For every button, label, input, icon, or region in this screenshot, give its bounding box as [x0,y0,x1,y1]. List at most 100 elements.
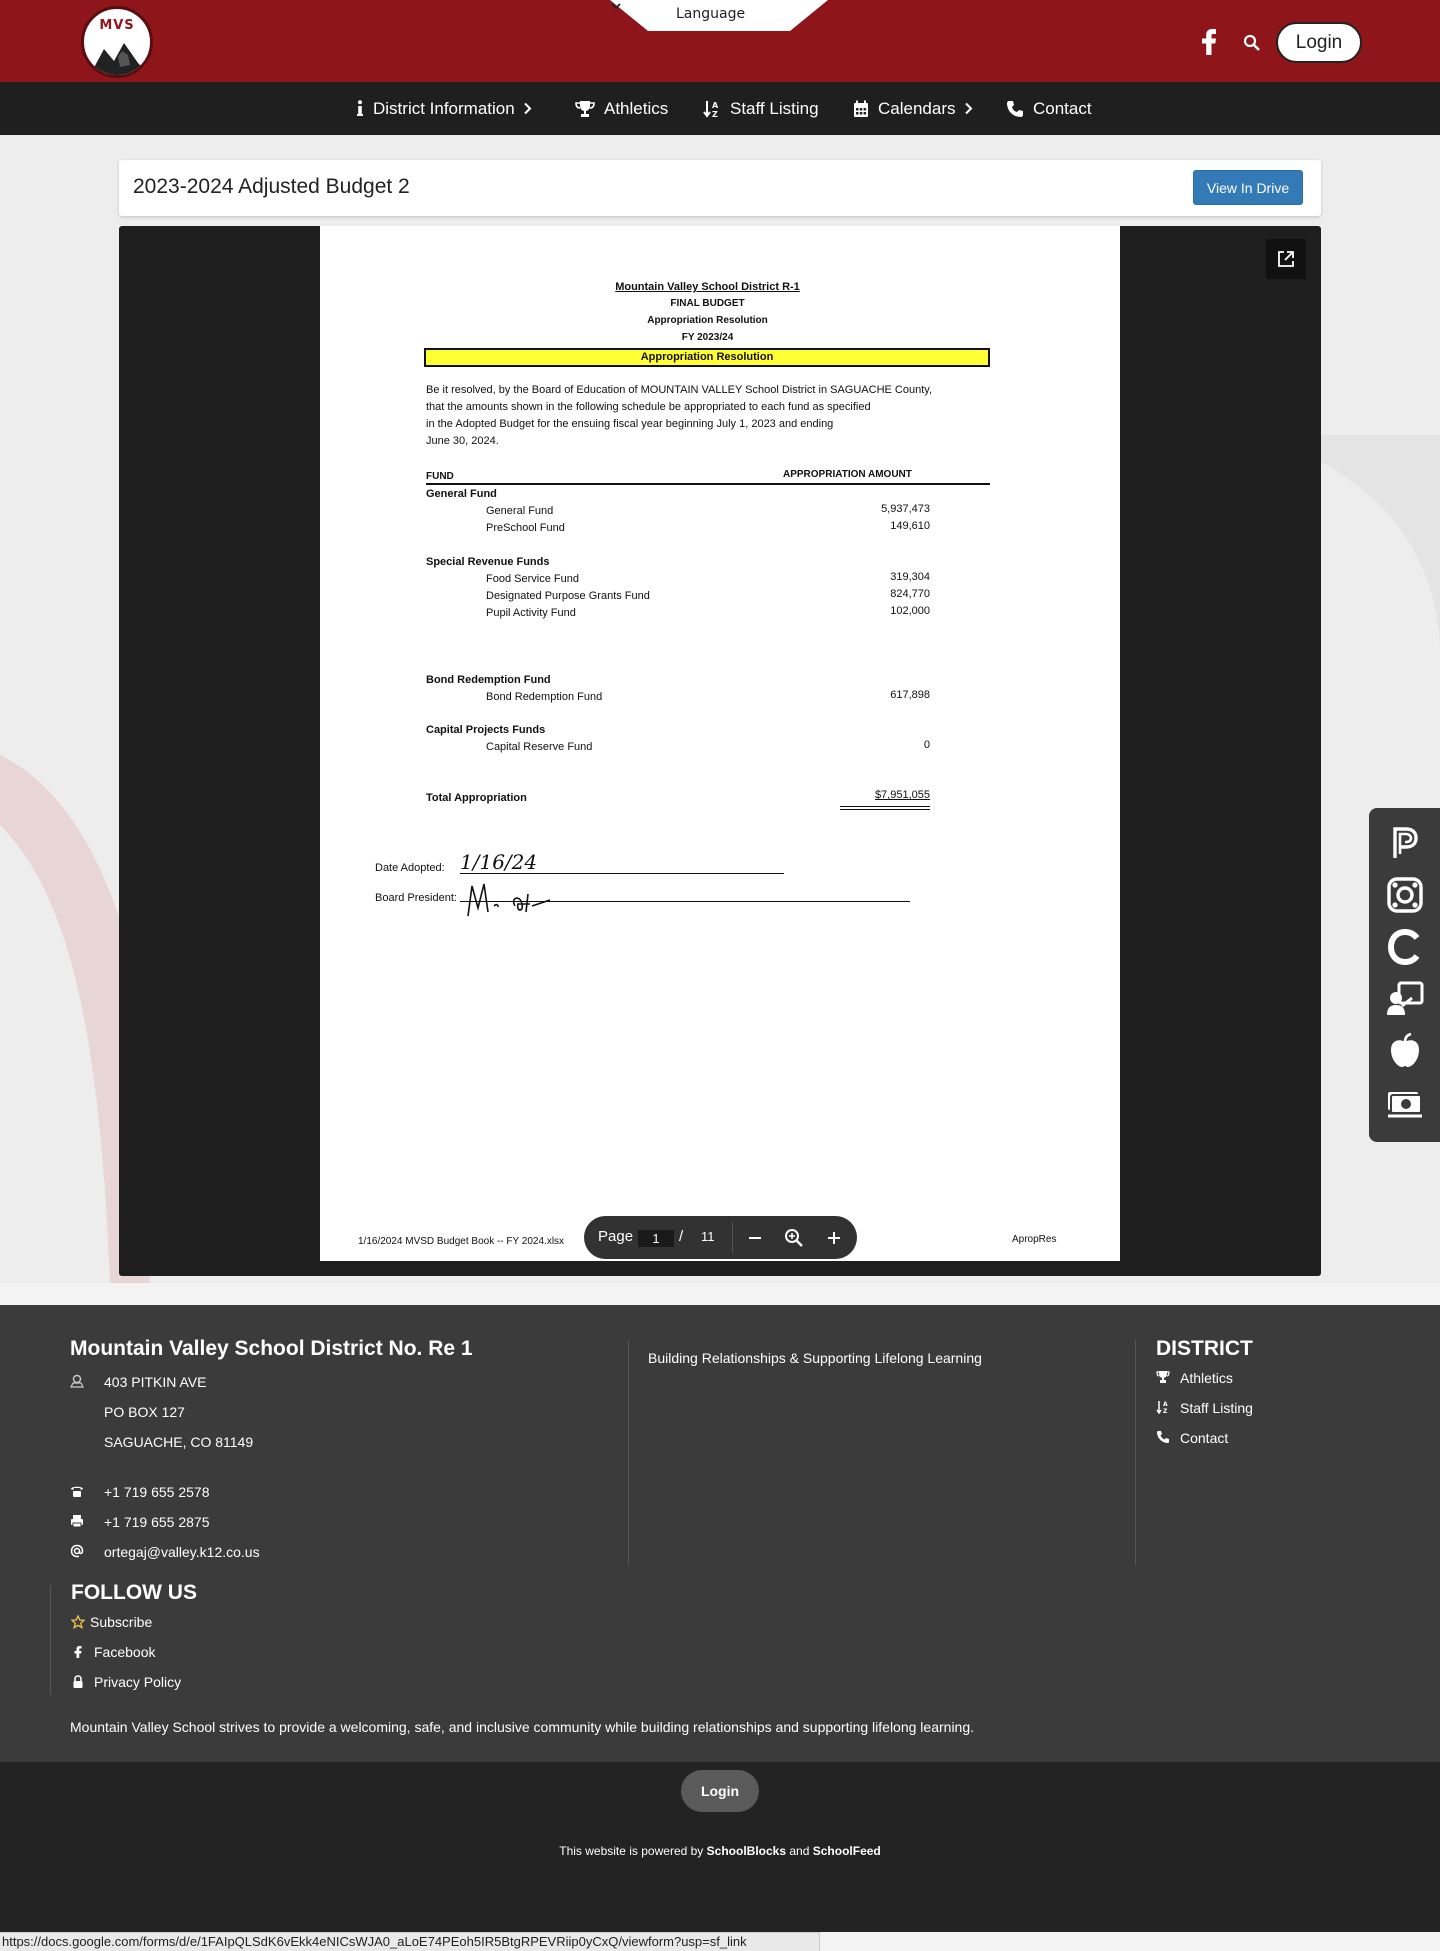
quicklinks-sidebar [1369,808,1440,1142]
doc-group-name: General Fund [426,488,497,500]
footer-link-contact[interactable]: Contact [1180,1430,1228,1446]
doc-para-line: June 30, 2024. [426,435,499,447]
doc-row-label: Food Service Fund [486,573,579,585]
chevron-right-icon [523,102,532,115]
powerschool-icon[interactable] [1386,824,1424,862]
chevron-right-icon [964,102,972,115]
nav-athletics[interactable]: Athletics [575,82,668,135]
footer-email[interactable]: ortegaj@valley.k12.co.us [104,1544,260,1560]
nav-contact[interactable]: Contact [1006,82,1092,135]
nav-label: District Information [373,98,515,118]
doc-total-amount: $7,951,055 [874,789,930,801]
schoolblocks-link[interactable]: SchoolBlocks [707,1844,786,1858]
footer-link-subscribe[interactable]: Subscribe [90,1614,152,1630]
facebook-icon [74,1646,82,1658]
footer-mission: Mountain Valley School strives to provid… [70,1719,975,1735]
schoolfeed-link[interactable]: SchoolFeed [813,1844,881,1858]
doc-rule [460,873,784,874]
powered-by: This website is powered by SchoolBlocks … [0,1844,1440,1858]
canvas-c-icon[interactable] [1386,928,1424,966]
pdf-toolbar: Page 1 / 11 [584,1216,857,1259]
sort-icon: A Z [703,100,719,118]
powered-prefix: This website is powered by [559,1844,704,1858]
pdf-page: Mountain Valley School District R-1 FINA… [320,226,1120,1261]
trophy-icon [575,100,595,117]
doc-row-amount: 824,770 [890,588,930,600]
nav-district-information[interactable]: District Information [356,82,532,135]
logo-text: MVS [99,18,135,33]
star-icon [71,1615,85,1629]
district-logo[interactable]: MVS [81,6,153,78]
nav-staff-listing[interactable]: A Z Staff Listing [703,82,819,135]
doc-row-label: PreSchool Fund [486,522,565,534]
doc-row-amount: 5,937,473 [881,503,930,515]
doc-row-amount: 102,000 [890,605,930,617]
site-footer: Mountain Valley School District No. Re 1… [0,1305,1440,1762]
zoom-in-icon[interactable] [823,1227,845,1249]
doc-rule [426,483,990,485]
footer-login-button[interactable]: Login [681,1770,759,1812]
doc-footer-right: ApropRes [1012,1234,1057,1245]
doc-date-signature: 1/16/24 [460,850,538,874]
doc-row-amount: 617,898 [890,689,930,701]
external-link-icon [1278,251,1294,267]
printer-icon [71,1515,83,1528]
footer-district-heading: DISTRICT [1156,1337,1253,1360]
doc-para-line: that the amounts shown in the following … [426,401,871,413]
doc-rule [840,806,930,807]
nav-calendars[interactable]: Calendars [853,82,973,135]
footer-fax: +1 719 655 2875 [104,1514,210,1530]
president-signature-icon [467,883,551,917]
doc-rule [840,809,930,810]
search-icon[interactable] [1243,34,1261,52]
doc-para-line: Be it resolved, by the Board of Educatio… [426,384,933,396]
page-label: Page [598,1228,634,1245]
doc-row-label: Designated Purpose Grants Fund [486,590,650,602]
language-selector[interactable]: Language [610,0,828,31]
svg-text:Z: Z [712,110,718,118]
apple-icon[interactable] [1386,1032,1424,1070]
classroom-teacher-icon[interactable] [1386,980,1424,1018]
footer-phone[interactable]: +1 719 655 2578 [104,1484,210,1500]
view-in-drive-button[interactable]: View In Drive [1193,170,1303,205]
zoom-out-icon[interactable] [744,1227,766,1249]
doc-president-label: Board President: [375,892,457,904]
footer-divider [1135,1340,1136,1565]
page-number-input[interactable]: 1 [638,1230,674,1247]
footer-district-name: Mountain Valley School District No. Re 1 [70,1337,473,1360]
doc-group-name: Capital Projects Funds [426,724,546,736]
footer-tagline: Building Relationships & Supporting Life… [648,1350,982,1366]
app-grid-icon[interactable] [1386,876,1424,914]
footer-address-line: PO BOX 127 [104,1404,185,1420]
footer-divider [50,1585,51,1695]
doc-group-name: Bond Redemption Fund [426,674,551,686]
footer-link-staff-listing[interactable]: Staff Listing [1180,1400,1253,1416]
lock-icon [73,1675,83,1688]
bear-mountain-icon [90,43,150,75]
doc-row-amount: 319,304 [890,571,930,583]
powered-and: and [789,1844,810,1858]
doc-footer-left: 1/16/2024 MVSD Budget Book -- FY 2024.xl… [358,1236,565,1247]
chevron-down-icon [611,3,621,10]
zoom-icon[interactable] [783,1227,805,1249]
doc-title: Appropriation Resolution [647,315,768,326]
footer-link-athletics[interactable]: Athletics [1180,1370,1233,1386]
doc-banner: Appropriation Resolution [424,348,990,367]
login-button[interactable]: Login [1276,22,1362,63]
open-in-new-window-button[interactable] [1266,239,1306,279]
facebook-icon[interactable] [1200,29,1218,55]
document-title-card: 2023-2024 Adjusted Budget 2 View In Driv… [119,160,1321,216]
map-marker-icon [70,1374,84,1388]
sort-icon: A Z [1156,1401,1168,1414]
page-title: 2023-2024 Adjusted Budget 2 [133,175,410,198]
footer-address-line: SAGUACHE, CO 81149 [104,1434,254,1450]
doc-col-fund: FUND [426,471,454,482]
doc-banner-text: Appropriation Resolution [640,351,774,363]
total-pages: 11 [701,1229,715,1244]
footer-link-privacy-policy[interactable]: Privacy Policy [94,1674,181,1690]
doc-row-label: Capital Reserve Fund [486,741,593,753]
doc-row-label: General Fund [486,505,554,517]
money-bills-icon[interactable] [1386,1084,1424,1122]
doc-group-name: Special Revenue Funds [426,556,550,568]
footer-link-facebook[interactable]: Facebook [94,1644,155,1660]
